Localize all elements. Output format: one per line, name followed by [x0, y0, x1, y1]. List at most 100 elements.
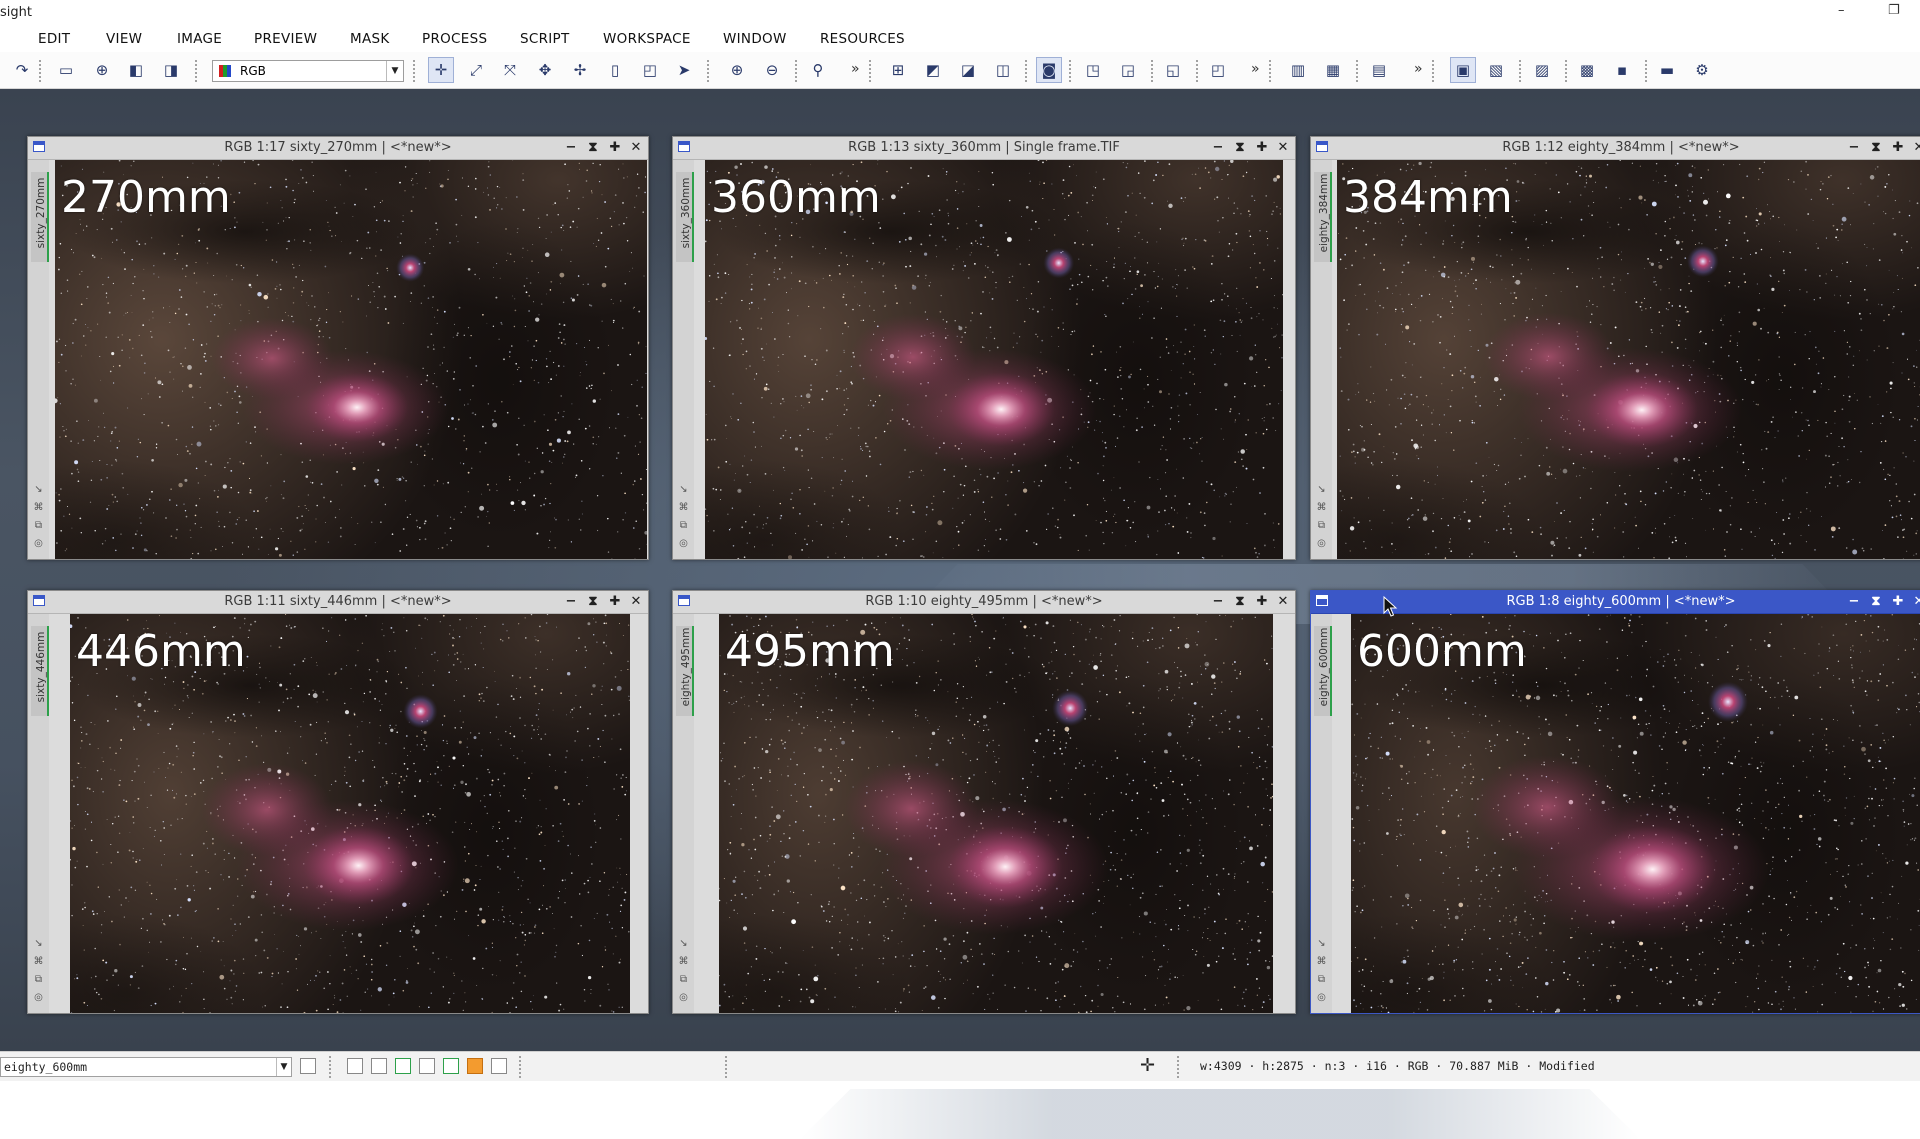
resize-icon[interactable]: ⌘	[33, 502, 44, 513]
arrow-icon[interactable]: ↘	[1316, 938, 1327, 949]
minimize-window-button[interactable]: –	[1838, 3, 1845, 18]
redo-icon[interactable]: ↷	[12, 60, 32, 80]
select-arrow-icon[interactable]: ➤	[674, 60, 694, 80]
iconize-window-button[interactable]: ✚	[606, 591, 624, 613]
mask-color-button[interactable]	[467, 1058, 483, 1074]
mask-mode-button[interactable]	[395, 1058, 411, 1074]
mask-icon[interactable]: ◳	[1083, 60, 1103, 80]
arrow-icon[interactable]: ↘	[678, 938, 689, 949]
target-icon[interactable]: ◎	[1316, 538, 1327, 549]
preview-edit-icon[interactable]: ◩	[923, 60, 943, 80]
menu-image[interactable]: IMAGE	[177, 31, 222, 47]
mask-mode-button[interactable]	[371, 1058, 387, 1074]
menu-process[interactable]: PROCESS	[422, 31, 487, 47]
window-menu-icon[interactable]	[678, 141, 690, 152]
clone-icon[interactable]: ⧉	[678, 520, 689, 531]
iconize-window-button[interactable]: ✚	[1253, 591, 1271, 613]
arrow-icon[interactable]: ↘	[33, 938, 44, 949]
close-window-button[interactable]: ✕	[1910, 591, 1920, 613]
image-window-title-bar[interactable]: RGB 1:8 eighty_600mm | <*new*> − ⧗ ✚ ✕	[1311, 591, 1920, 614]
image-window-title-bar[interactable]: RGB 1:11 sixty_446mm | <*new*> − ⧗ ✚ ✕	[28, 591, 648, 614]
mask-mode-button[interactable]	[491, 1058, 507, 1074]
maximize-window-button[interactable]: ⧗	[584, 591, 602, 613]
toolbar-more-icon[interactable]: »	[1414, 61, 1423, 77]
resize-icon[interactable]: ⌘	[678, 502, 689, 513]
iconize-window-button[interactable]: ✚	[606, 137, 624, 159]
close-window-button[interactable]: ✕	[1274, 137, 1292, 159]
display-icon[interactable]: ▬	[1657, 60, 1677, 80]
image-canvas[interactable]: 384mm	[1337, 160, 1920, 559]
display-settings-icon[interactable]: ⚙	[1692, 60, 1712, 80]
shade-window-button[interactable]: −	[1209, 137, 1227, 159]
window-menu-icon[interactable]	[1316, 141, 1328, 152]
view-identifier-tab[interactable]: eighty_384mm	[1314, 172, 1332, 262]
stf-toggle-icon[interactable]: ▪	[1612, 60, 1632, 80]
new-image-icon[interactable]: ▭	[56, 60, 76, 80]
close-window-button[interactable]: ✕	[627, 137, 645, 159]
menu-script[interactable]: SCRIPT	[520, 31, 570, 47]
shade-window-button[interactable]: −	[562, 591, 580, 613]
fit-view-icon[interactable]: ⤢	[466, 60, 486, 80]
stf-reset-icon[interactable]: ▩	[1577, 60, 1597, 80]
menu-edit[interactable]: EDIT	[38, 31, 70, 47]
resize-icon[interactable]: ⌘	[1316, 956, 1327, 967]
menu-view[interactable]: VIEW	[106, 31, 142, 47]
new-preview-icon[interactable]: ⊞	[888, 60, 908, 80]
image-canvas[interactable]: 446mm	[70, 614, 630, 1013]
image-window-title-bar[interactable]: RGB 1:13 sixty_360mm | Single frame.TIF …	[673, 137, 1295, 160]
channel-combobox[interactable]: RGB ▼	[212, 60, 404, 82]
open-icon[interactable]: ⊕	[92, 60, 112, 80]
image-window[interactable]: RGB 1:10 eighty_495mm | <*new*> − ⧗ ✚ ✕e…	[672, 590, 1296, 1014]
view-identifier-tab[interactable]: eighty_495mm	[676, 626, 694, 716]
save-icon[interactable]: ◧	[126, 60, 146, 80]
image-window-title-bar[interactable]: RGB 1:17 sixty_270mm | <*new*> − ⧗ ✚ ✕	[28, 137, 648, 160]
shade-window-button[interactable]: −	[1845, 591, 1863, 613]
color-space-icon[interactable]: ◨	[161, 60, 181, 80]
toolbar-more-icon[interactable]: »	[1251, 61, 1260, 77]
center-icon[interactable]: ✢	[570, 60, 590, 80]
zoom-in-icon[interactable]: ⊕	[727, 60, 747, 80]
resize-icon[interactable]: ⌘	[678, 956, 689, 967]
preview-clone-icon[interactable]: ◪	[958, 60, 978, 80]
image-window[interactable]: RGB 1:11 sixty_446mm | <*new*> − ⧗ ✚ ✕si…	[27, 590, 649, 1014]
target-icon[interactable]: ◎	[678, 992, 689, 1003]
mask-invert-icon[interactable]: ◱	[1163, 60, 1183, 80]
image-canvas[interactable]: 360mm	[705, 160, 1283, 559]
maximize-window-button[interactable]: ⧗	[1231, 591, 1249, 613]
image-window[interactable]: RGB 1:12 eighty_384mm | <*new*> − ⧗ ✚ ✕e…	[1310, 136, 1920, 560]
menu-mask[interactable]: MASK	[350, 31, 390, 47]
maximize-window-button[interactable]: ⧗	[1867, 591, 1885, 613]
stf-link-icon[interactable]: ▨	[1532, 60, 1552, 80]
clone-icon[interactable]: ⧉	[1316, 974, 1327, 985]
target-icon[interactable]: ◎	[33, 992, 44, 1003]
image-window[interactable]: RGB 1:13 sixty_360mm | Single frame.TIF …	[672, 136, 1296, 560]
mask-show-icon[interactable]: ◲	[1118, 60, 1138, 80]
zoom-icon[interactable]: ⚲	[808, 60, 828, 80]
image-window[interactable]: RGB 1:17 sixty_270mm | <*new*> − ⧗ ✚ ✕si…	[27, 136, 649, 560]
restore-window-button[interactable]: ❐	[1888, 3, 1900, 18]
resize-icon[interactable]: ⌘	[33, 956, 44, 967]
iconize-window-button[interactable]: ✚	[1889, 137, 1907, 159]
close-window-button[interactable]: ✕	[627, 591, 645, 613]
mask-enable-icon[interactable]: ◰	[1208, 60, 1228, 80]
resize-icon[interactable]: ⌘	[1316, 502, 1327, 513]
window-menu-icon[interactable]	[33, 141, 45, 152]
iconize-window-button[interactable]: ✚	[1889, 591, 1907, 613]
maximize-window-button[interactable]: ⧗	[1231, 137, 1249, 159]
target-icon[interactable]: ◎	[33, 538, 44, 549]
pan-icon[interactable]: ✛	[428, 57, 454, 83]
dynamic-crop-icon[interactable]: ◰	[640, 60, 660, 80]
layout-icon[interactable]: ▦	[1323, 60, 1343, 80]
image-canvas[interactable]: 495mm	[719, 614, 1273, 1013]
clone-icon[interactable]: ⧉	[33, 520, 44, 531]
menu-resources[interactable]: RESOURCES	[820, 31, 905, 47]
zoom-fit-icon[interactable]: ⤧	[500, 60, 520, 80]
clone-icon[interactable]: ⧉	[1316, 520, 1327, 531]
menu-preview[interactable]: PREVIEW	[254, 31, 317, 47]
target-icon[interactable]: ◎	[678, 538, 689, 549]
preview-delete-icon[interactable]: ◫	[993, 60, 1013, 80]
shade-window-button[interactable]: −	[562, 137, 580, 159]
preview-mode-icon[interactable]: ◙	[1036, 57, 1062, 83]
screen-stf-icon[interactable]: ▣	[1450, 57, 1476, 83]
mask-mode-button[interactable]	[347, 1058, 363, 1074]
